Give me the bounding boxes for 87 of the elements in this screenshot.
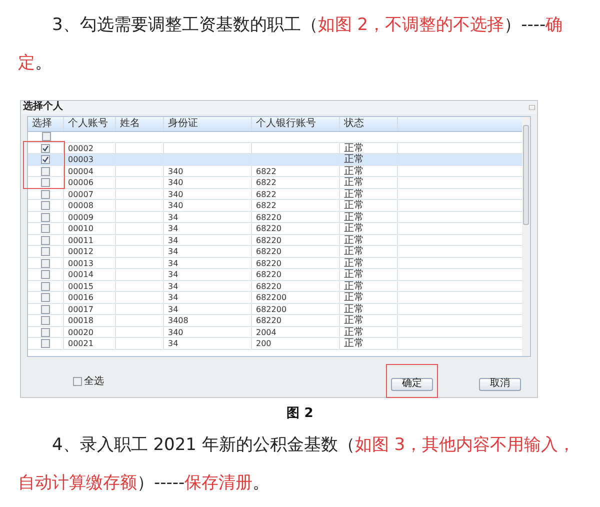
- table-cell: 00010: [64, 223, 116, 234]
- column-header[interactable]: 选择: [28, 116, 64, 131]
- checkbox[interactable]: [41, 144, 50, 153]
- table-cell: 6822: [252, 200, 340, 212]
- table-cell: 682200: [252, 292, 340, 304]
- table-row[interactable]: 00007 340 6822 正常: [28, 188, 522, 200]
- table-row[interactable]: 00003 正常: [28, 154, 522, 166]
- column-header[interactable]: 个人银行账号: [252, 116, 340, 131]
- column-header[interactable]: 状态: [340, 116, 398, 131]
- table-cell: 200: [252, 338, 340, 350]
- table-cell: 00021: [64, 338, 116, 350]
- checkbox[interactable]: [41, 328, 50, 337]
- table-cell: 68220: [252, 246, 340, 258]
- table-cell: 00014: [64, 269, 116, 280]
- checkbox[interactable]: [41, 258, 50, 268]
- table-row[interactable]: 00018 3408 68220 正常: [28, 315, 522, 327]
- table-row[interactable]: 00016 34 682200 正常: [28, 292, 522, 304]
- dialog-button[interactable]: 确定: [391, 378, 433, 390]
- checkbox[interactable]: [41, 236, 50, 245]
- table-cell: 00006: [64, 177, 116, 188]
- table-row[interactable]: 00009 34 68220 正常: [28, 212, 522, 224]
- table-row[interactable]: 00014 34 68220 正常: [28, 269, 522, 281]
- table-row[interactable]: 00011 34 68220 正常: [28, 234, 522, 246]
- table-cell: 00012: [64, 246, 116, 258]
- table-cell: 正常: [340, 338, 398, 350]
- table-cell: 68220: [252, 269, 340, 280]
- checkbox[interactable]: [41, 166, 50, 176]
- checkbox[interactable]: [42, 132, 50, 142]
- table-cell: 正常: [340, 177, 398, 188]
- table-cell: 68220: [252, 315, 340, 326]
- checkbox[interactable]: [41, 339, 50, 348]
- checkbox[interactable]: [41, 293, 50, 302]
- table-cell: 68220: [252, 223, 340, 234]
- table-cell: 正常: [340, 269, 398, 280]
- paragraph: 3、勾选需要调整工资基数的职工（如图 2，不调整的不选择）----确定。: [17, 14, 564, 75]
- table-cell: 340: [164, 200, 252, 212]
- table-cell: 34: [164, 246, 252, 258]
- checkbox[interactable]: [41, 282, 50, 291]
- table-cell: 00016: [64, 292, 116, 304]
- column-header[interactable]: 身份证: [164, 116, 252, 131]
- checkbox[interactable]: [73, 376, 82, 386]
- table-cell: 正常: [340, 246, 398, 258]
- checkbox[interactable]: [41, 304, 50, 314]
- table-cell: 3408: [164, 315, 252, 326]
- table-row[interactable]: 00021 34 200 正常: [28, 338, 522, 350]
- table-cell: 340: [164, 177, 252, 188]
- table-cell: 正常: [340, 200, 398, 212]
- paragraph: 4、录入职工 2021 年新的公积金基数（如图 3，其他内容不用输入，自动计算缴存额）-----保存清册。: [17, 434, 576, 494]
- table-row[interactable]: 00002 正常: [28, 142, 522, 154]
- table-cell: 34: [164, 269, 252, 280]
- table-cell: 正常: [340, 315, 398, 326]
- table-cell: 00008: [64, 200, 116, 212]
- resize-icon[interactable]: [529, 104, 535, 110]
- scrollbar[interactable]: [522, 116, 530, 356]
- column-header[interactable]: 姓名: [116, 116, 164, 131]
- table-cell: 正常: [340, 223, 398, 234]
- checkbox[interactable]: [41, 190, 50, 199]
- checkbox[interactable]: [41, 316, 50, 326]
- checkbox[interactable]: [41, 212, 50, 222]
- select-all-label: 全选: [84, 374, 104, 388]
- checkbox[interactable]: [41, 155, 50, 164]
- table-cell: 34: [164, 292, 252, 304]
- dialog-button[interactable]: 取消: [479, 378, 521, 390]
- table-cell: 34: [164, 338, 252, 350]
- table-cell: 00018: [64, 315, 116, 326]
- table-row[interactable]: 00008 340 6822 正常: [28, 200, 522, 212]
- checkbox[interactable]: [41, 178, 50, 188]
- table-row[interactable]: 00004 340 6822 正常: [28, 166, 522, 178]
- checkbox[interactable]: [41, 247, 50, 256]
- table-row[interactable]: 00012 34 68220 正常: [28, 246, 522, 258]
- table-cell: 34: [164, 223, 252, 234]
- table-row[interactable]: 00015 34 68220 正常: [28, 280, 522, 292]
- highlight-frame: [23, 141, 65, 189]
- table-row[interactable]: 00010 34 68220 正常: [28, 223, 522, 235]
- checkbox[interactable]: [41, 201, 50, 210]
- table-row[interactable]: 00017 34 682200 正常: [28, 304, 522, 316]
- checkbox[interactable]: [41, 224, 50, 234]
- window-title: 选择个人: [23, 102, 63, 112]
- figure-caption: 图 2: [286, 405, 314, 423]
- table-cell: 正常: [340, 154, 398, 166]
- column-header[interactable]: 个人账号: [64, 116, 116, 131]
- table-cell: 正常: [340, 292, 398, 304]
- table-cell: 6822: [252, 177, 340, 188]
- table-cell: 00003: [64, 154, 116, 166]
- table-row[interactable]: 00020 340 2004 正常: [28, 326, 522, 338]
- table-row[interactable]: 00013 34 68220 正常: [28, 258, 522, 270]
- checkbox[interactable]: [41, 270, 50, 280]
